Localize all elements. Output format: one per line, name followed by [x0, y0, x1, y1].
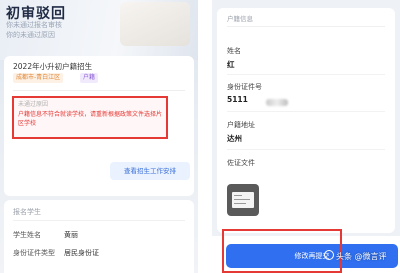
header-illustration [120, 2, 190, 46]
rejection-header: 初审驳回 你未通过报名审核 你的未通过原因 [0, 0, 198, 60]
divider [13, 220, 185, 221]
document-icon [232, 192, 254, 208]
subtitle-line1: 你未通过报名审核 [6, 21, 62, 29]
divider [227, 111, 385, 112]
student-card: 报名学生 学生姓名 黄丽 身份证件类型 居民身份证 [4, 200, 194, 273]
divider [227, 26, 385, 27]
region-tag: 成都市-青白江区 [13, 73, 64, 83]
reason-label: 未通过原因 [18, 101, 49, 108]
student-name-label: 学生姓名 [13, 231, 41, 239]
watermark: 头条 @微言评 [322, 250, 387, 262]
watermark-icon [324, 250, 334, 260]
address-value: 达州 [227, 134, 242, 143]
student-section-title: 报名学生 [13, 208, 41, 216]
right-screen: 户籍信息 姓名 红 身份证件号 5111 户籍地址 达州 佐证文件 修改再提交 … [212, 0, 400, 273]
divider [13, 90, 185, 91]
name-label: 姓名 [227, 47, 241, 55]
divider [227, 74, 385, 75]
view-schedule-button[interactable]: 查看招生工作安排 [110, 162, 190, 180]
subtitle-line2: 你的未通过原因 [6, 31, 55, 39]
proof-file-thumbnail[interactable] [227, 184, 259, 216]
name-value: 红 [227, 60, 235, 69]
household-section-title: 户籍信息 [227, 15, 253, 23]
rejection-reason-box: 未通过原因 户籍信息不符合就读学校，请重新根据政策文件选择片区学校 [12, 96, 168, 139]
watermark-text: 头条 @微言评 [336, 252, 387, 261]
reason-text: 户籍信息不符合就读学校，请重新根据政策文件选择片区学校 [18, 111, 163, 127]
screen-gap [198, 0, 212, 273]
proof-file-label: 佐证文件 [227, 159, 255, 167]
id-type-value: 居民身份证 [64, 249, 99, 257]
id-number-label: 身份证件号 [227, 83, 262, 91]
address-label: 户籍地址 [227, 121, 255, 129]
application-card: 2022年小升初户籍招生 成都市-青白江区 户籍 未通过原因 户籍信息不符合就读… [4, 56, 194, 196]
redacted-id-blur [266, 99, 288, 106]
id-type-label: 身份证件类型 [13, 249, 55, 257]
household-info-card: 户籍信息 姓名 红 身份证件号 5111 户籍地址 达州 佐证文件 [217, 8, 395, 233]
type-tag: 户籍 [80, 73, 99, 83]
student-name-value: 黄丽 [64, 231, 78, 239]
header-subtitle: 你未通过报名审核 你的未通过原因 [6, 20, 62, 40]
application-title: 2022年小升初户籍招生 [13, 62, 93, 71]
left-screen: 初审驳回 你未通过报名审核 你的未通过原因 2022年小升初户籍招生 成都市-青… [0, 0, 198, 273]
id-number-value: 5111 [227, 95, 248, 104]
divider [227, 149, 385, 150]
